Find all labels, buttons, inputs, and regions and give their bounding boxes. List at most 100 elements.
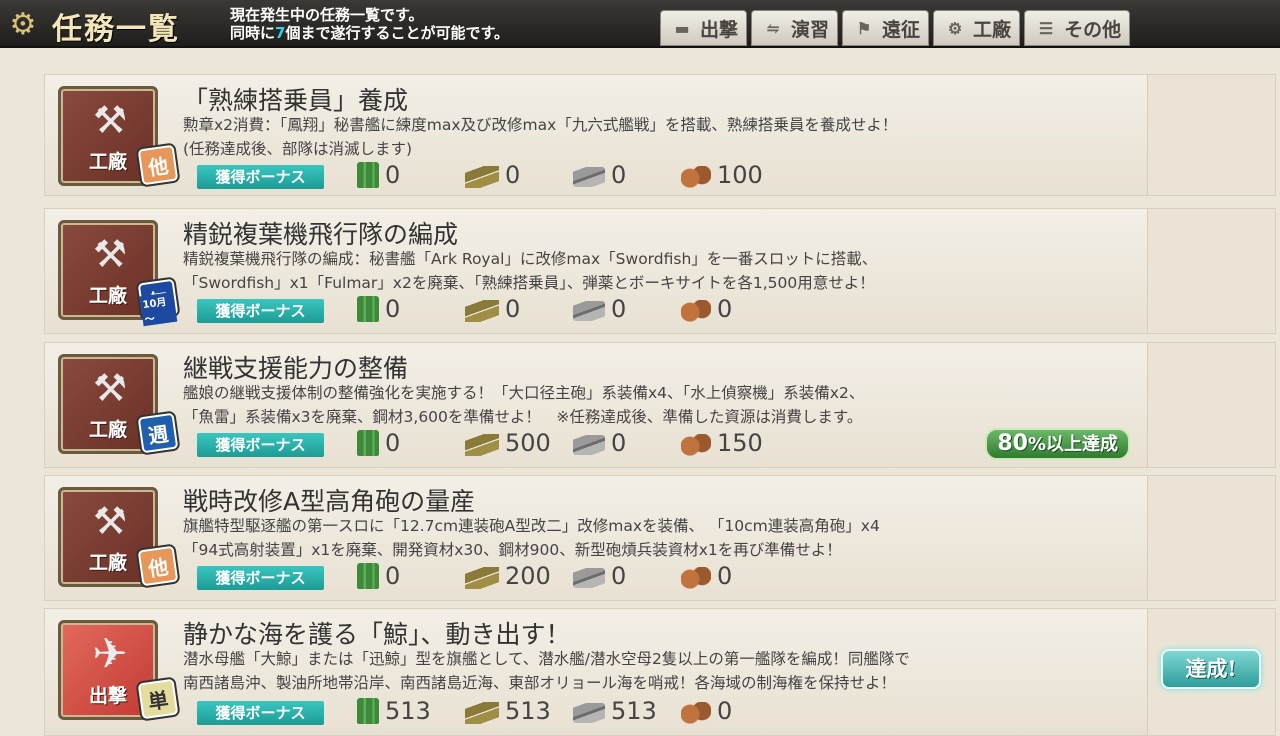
reward-bauxite: 0	[681, 562, 732, 590]
bauxite-icon	[681, 433, 711, 456]
reward-bauxite: 0	[681, 295, 732, 323]
hammer-icon: ⚒	[92, 499, 128, 543]
reward-bauxite: 150	[681, 429, 763, 457]
header-bar: ⚙ 任務一覧 現在発生中の任務一覧です。 同時に7個まで遂行することが可能です。…	[0, 0, 1280, 48]
fuel-value: 0	[385, 161, 401, 189]
reward-fuel: 513	[353, 697, 465, 725]
quest-status-panel	[1147, 343, 1275, 467]
quest-title: 戦時改修A型高角砲の量産	[183, 487, 476, 516]
hammer-icon: ⚒	[92, 366, 128, 410]
reward-resources: 0 0 0 100	[353, 159, 763, 191]
quest-row[interactable]: ✈ 出撃 単 静かな海を護る「鯨」、動き出す！ 潜水母艦「大鯨」または「迅鯨」型…	[44, 608, 1276, 736]
quest-desc-line2: 「Swordfish」x1「Fulmar」x2を廃棄、「熟練搭乗員」、弾薬とボー…	[183, 274, 875, 292]
reward-resources: 0 0 0 0	[353, 293, 732, 325]
tab-other[interactable]: ☰ その他	[1024, 10, 1131, 46]
bauxite-value: 0	[717, 697, 733, 725]
tab-exercise[interactable]: ⇋ 演習	[751, 10, 839, 46]
tab-other-label: その他	[1064, 18, 1122, 41]
quest-desc-line2: 南西諸島沖、製油所地帯沿岸、南西諸島近海、東部オリョール海を哨戒！各海域の制海権…	[183, 674, 897, 692]
reward-bauxite: 100	[681, 161, 763, 189]
steel-value: 513	[611, 697, 657, 725]
quest-title: 精鋭複葉機飛行隊の編成	[183, 220, 459, 249]
reward-fuel: 0	[353, 562, 465, 590]
reward-resources: 0 500 0 150	[353, 427, 763, 459]
ammo-icon	[465, 566, 499, 589]
ammo-value: 200	[505, 562, 551, 590]
bauxite-icon	[681, 566, 711, 589]
hammer-icon: ⚒	[92, 232, 128, 276]
frequency-badge: 週	[137, 412, 179, 454]
reward-steel: 0	[573, 562, 681, 590]
fuel-value: 0	[385, 295, 401, 323]
reward-ammo: 500	[465, 429, 573, 457]
hammer-icon: ⚒	[92, 98, 128, 142]
quest-row[interactable]: ⚒ 工廠 他 戦時改修A型高角砲の量産 旗艦特型駆逐艦の第一スロに「12.7cm…	[44, 475, 1276, 601]
tab-sortie-label: 出撃	[700, 18, 739, 41]
header-desc-text-a: 同時に	[230, 24, 276, 42]
header-desc-line2: 同時に7個まで遂行することが可能です。	[230, 24, 509, 42]
plane-icon: ✈	[92, 629, 128, 678]
page-title: 任務一覧	[52, 12, 180, 47]
ammo-value: 0	[505, 295, 521, 323]
tab-arsenal-label: 工廠	[973, 18, 1012, 41]
reward-bauxite: 0	[681, 697, 732, 725]
reward-steel: 513	[573, 697, 681, 725]
tab-arsenal[interactable]: ⚙ 工廠	[933, 10, 1021, 46]
steel-value: 0	[611, 295, 627, 323]
quest-desc-line1: 潜水母艦「大鯨」または「迅鯨」型を旗艦として、潜水艦/潜水空母2隻以上の第一艦隊…	[183, 650, 910, 668]
category-tabs: ▬ 出撃 ⇋ 演習 ⚑ 遠征 ⚙ 工廠 ☰ その他	[660, 10, 1131, 46]
bonus-label: 獲得ボーナス	[197, 701, 324, 725]
complete-button[interactable]: 達成!	[1161, 649, 1261, 689]
reward-fuel: 0	[353, 161, 465, 189]
steel-icon	[573, 435, 605, 455]
quest-row[interactable]: ⚒ 工廠 他 「熟練搭乗員」養成 勲章x2消費：「鳳翔」秘書艦に練度max及び改…	[44, 74, 1276, 196]
bonus-label: 獲得ボーナス	[197, 165, 324, 189]
steel-value: 0	[611, 562, 627, 590]
reward-ammo: 200	[465, 562, 573, 590]
reward-ammo: 0	[465, 161, 573, 189]
max-quest-count: 7	[275, 24, 286, 42]
fuel-icon	[357, 162, 379, 188]
quest-desc-line2: 「94式高射装置」x1を廃棄、開発資材x30、鋼材900、新型砲熕兵装資材x1を…	[183, 541, 842, 559]
fuel-value: 0	[385, 562, 401, 590]
expedition-icon: ⚑	[856, 18, 872, 38]
reward-steel: 0	[573, 295, 681, 323]
bonus-label: 獲得ボーナス	[197, 433, 324, 457]
quest-description: 精鋭複葉機飛行隊の編成：秘書艦「Ark Royal」に改修max「Swordfi…	[183, 247, 1113, 295]
quest-desc-line1: 旗艦特型駆逐艦の第一スロに「12.7cm連装砲A型改二」改修maxを装備、 「1…	[183, 517, 880, 535]
bauxite-icon	[681, 165, 711, 188]
quest-description: 旗艦特型駆逐艦の第一スロに「12.7cm連装砲A型改二」改修maxを装備、 「1…	[183, 514, 1113, 562]
quest-description: 勲章x2消費：「鳳翔」秘書艦に練度max及び改修max「九六式艦戦」を搭載、熟練…	[183, 113, 1113, 161]
bauxite-value: 150	[717, 429, 763, 457]
quest-row[interactable]: ⚒ 工廠 年 10月～ 精鋭複葉機飛行隊の編成 精鋭複葉機飛行隊の編成：秘書艦「…	[44, 208, 1276, 334]
arsenal-icon: ⚙	[947, 18, 963, 38]
ammo-value: 0	[505, 161, 521, 189]
quest-description: 艦娘の継戦支援体制の整備強化を実施する！「大口径主砲」系装備x4、「水上偵察機」…	[183, 381, 1113, 429]
exercise-icon: ⇋	[766, 18, 780, 38]
ammo-icon	[465, 165, 499, 188]
quest-row[interactable]: ⚒ 工廠 週 継戦支援能力の整備 艦娘の継戦支援体制の整備強化を実施する！「大口…	[44, 342, 1276, 468]
quest-status-panel: 達成!	[1147, 609, 1275, 735]
progress-text: %以上達成	[1027, 434, 1118, 455]
tab-expedition[interactable]: ⚑ 遠征	[842, 10, 930, 46]
fuel-value: 513	[385, 697, 431, 725]
quest-desc-line1: 精鋭複葉機飛行隊の編成：秘書艦「Ark Royal」に改修max「Swordfi…	[183, 250, 878, 268]
reward-steel: 0	[573, 429, 681, 457]
quest-desc-line2: 「魚雷」系装備x3を廃棄、鋼材3,600を準備せよ！ ※任務達成後、準備した資源…	[183, 408, 863, 426]
fuel-icon	[357, 430, 379, 456]
frequency-badge: 単	[137, 678, 179, 720]
ammo-value: 500	[505, 429, 551, 457]
steel-icon	[573, 703, 605, 723]
ammo-icon	[465, 433, 499, 456]
reward-fuel: 0	[353, 429, 465, 457]
tab-sortie[interactable]: ▬ 出撃	[660, 10, 748, 46]
quest-title: 継戦支援能力の整備	[183, 354, 409, 383]
reward-resources: 513 513 513 0	[353, 695, 732, 727]
fuel-value: 0	[385, 429, 401, 457]
bauxite-value: 0	[717, 562, 733, 590]
quest-desc-line2: (任務達成後、部隊は消滅します)	[183, 140, 413, 158]
reward-ammo: 0	[465, 295, 573, 323]
steel-icon	[573, 167, 605, 187]
bauxite-icon	[681, 299, 711, 322]
reward-steel: 0	[573, 161, 681, 189]
